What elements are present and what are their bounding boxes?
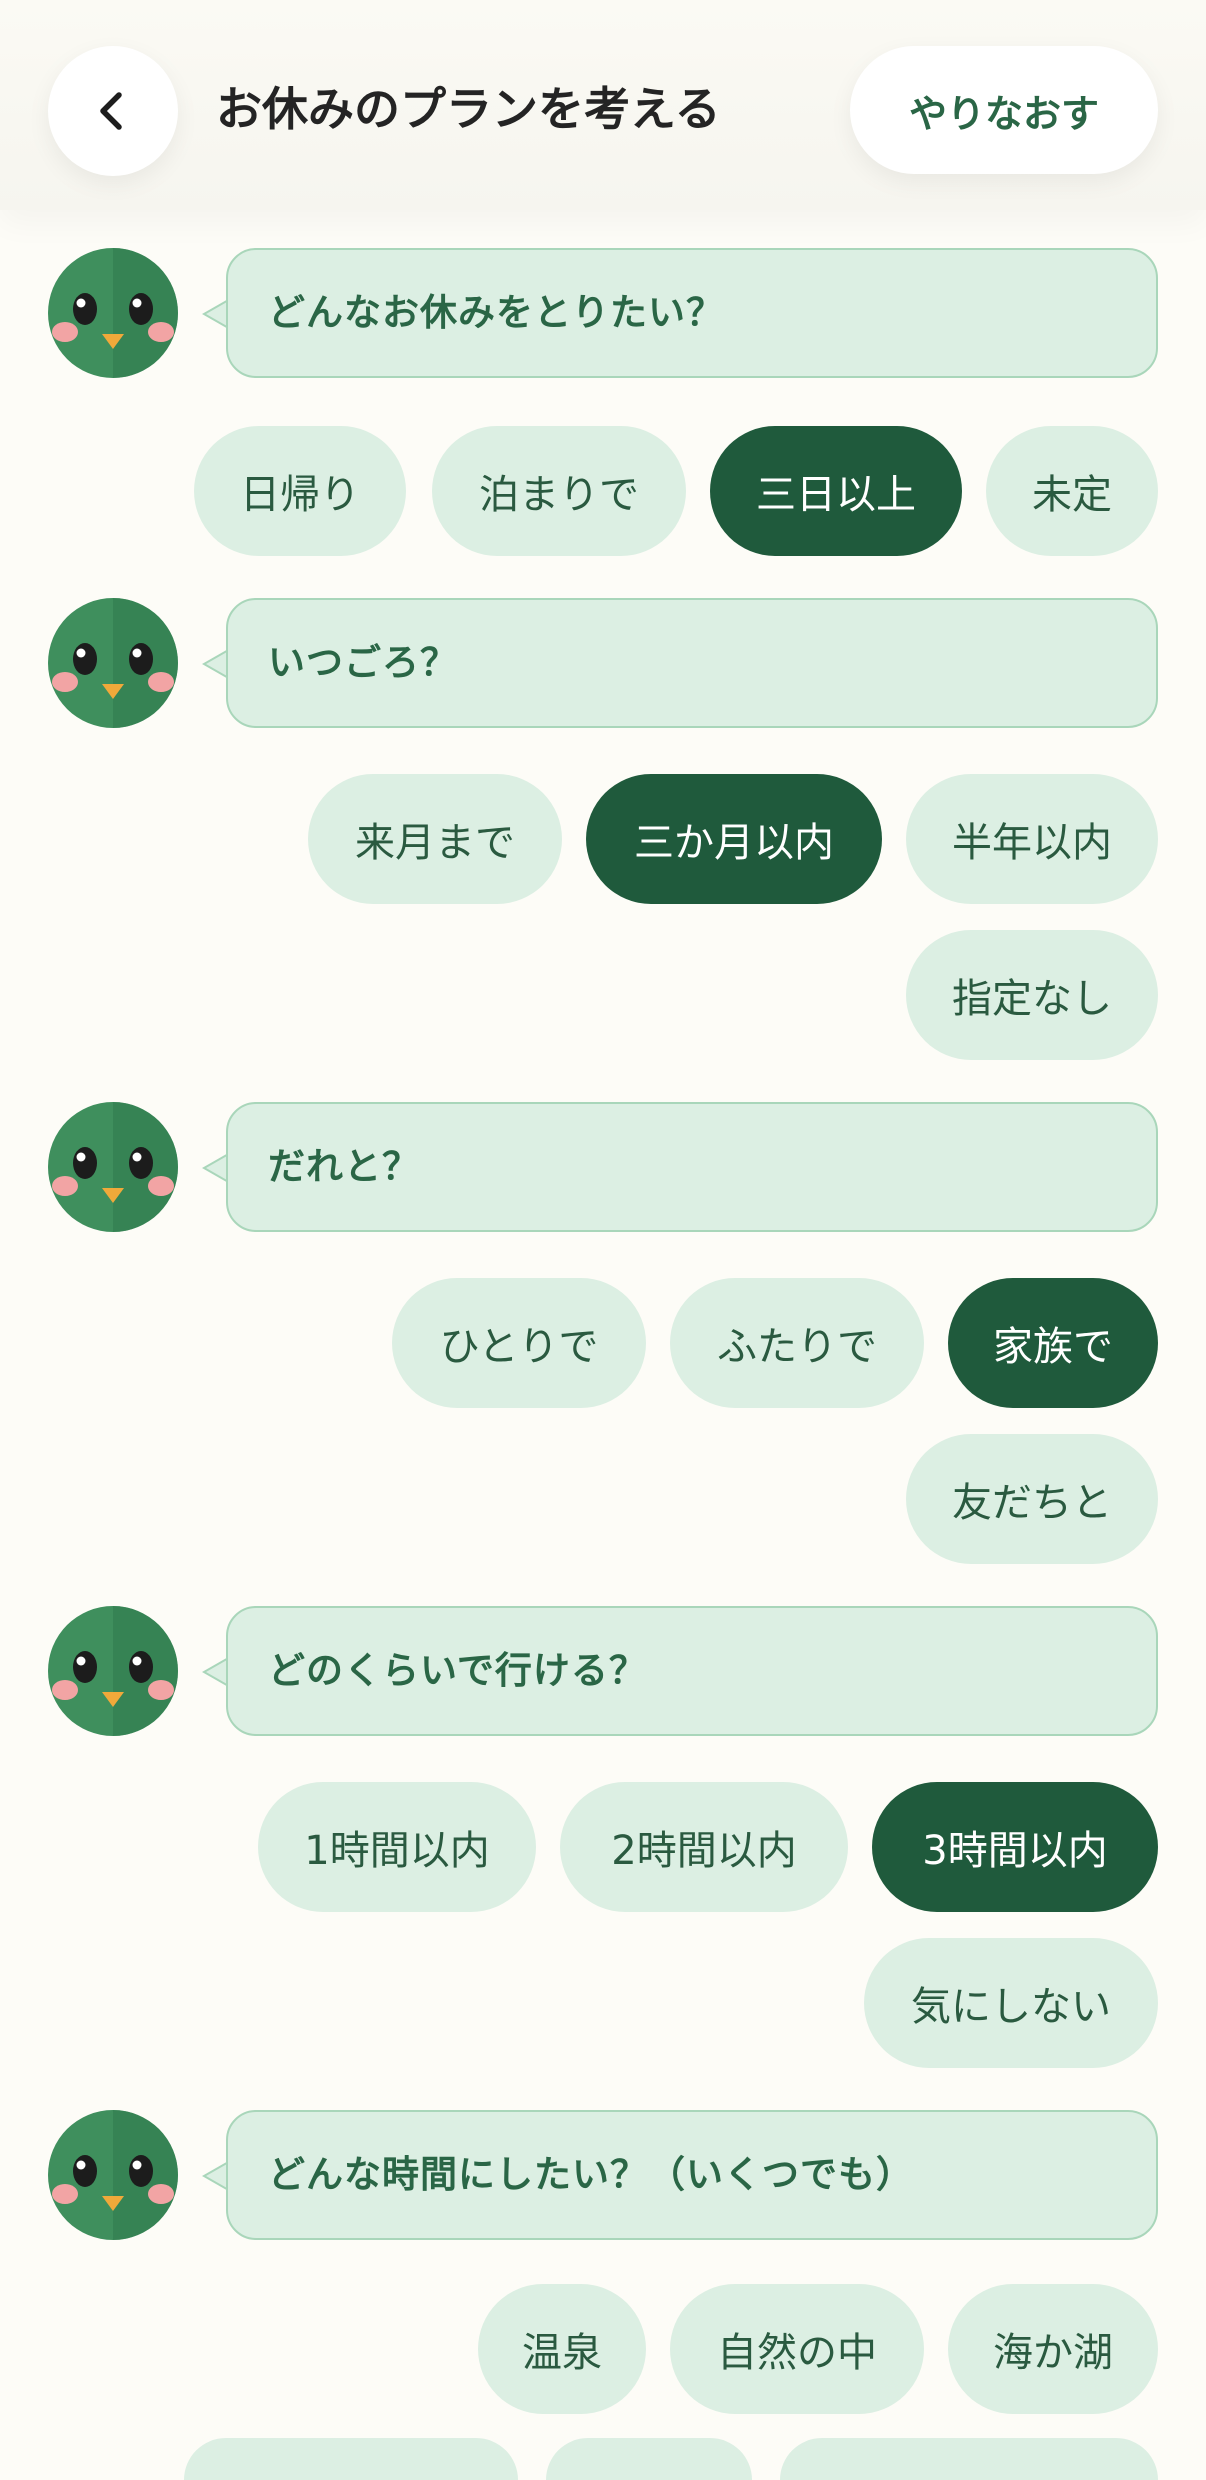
option-chip[interactable]: ひとりで — [392, 1278, 646, 1408]
option-chip[interactable]: 来月まで — [308, 774, 562, 904]
option-chip[interactable]: 泊まりで — [432, 426, 686, 556]
question-bubble: いつごろ？ — [226, 598, 1158, 728]
option-chip[interactable]: ふたりで — [670, 1278, 924, 1408]
question-bubble: だれと？ — [226, 1102, 1158, 1232]
question-text: どのくらいで行ける？ — [268, 1649, 647, 1692]
question-row: どんな時間にしたい？（いくつでも） — [48, 2110, 1158, 2240]
option-chip-partial[interactable] — [780, 2438, 1158, 2480]
option-chip[interactable]: 気にしない — [864, 1938, 1158, 2068]
back-button[interactable] — [48, 46, 178, 176]
question-bubble: どのくらいで行ける？ — [226, 1606, 1158, 1736]
question-text: だれと？ — [268, 1145, 420, 1188]
question-row: どのくらいで行ける？ — [48, 1606, 1158, 1736]
question-bubble: どんなお休みをとりたい？ — [226, 248, 1158, 378]
option-chip[interactable]: 2時間以内 — [560, 1782, 848, 1912]
question-text: どんな時間にしたい？（いくつでも） — [268, 2153, 914, 2196]
option-chip[interactable]: 自然の中 — [670, 2284, 924, 2414]
option-chip[interactable]: 友だちと — [906, 1434, 1158, 1564]
option-chip[interactable]: 未定 — [986, 426, 1158, 556]
bird-mascot-icon — [48, 1606, 178, 1736]
option-chip[interactable]: 日帰り — [194, 426, 406, 556]
option-chip-selected[interactable]: 家族で — [948, 1278, 1158, 1408]
question-row: どんなお休みをとりたい？ — [48, 248, 1158, 378]
option-chip[interactable]: 1時間以内 — [258, 1782, 536, 1912]
bird-mascot-icon — [48, 248, 178, 378]
option-chip-partial[interactable] — [184, 2438, 518, 2480]
option-chip-selected[interactable]: 三か月以内 — [586, 774, 882, 904]
option-chip-partial[interactable] — [546, 2438, 752, 2480]
question-bubble: どんな時間にしたい？（いくつでも） — [226, 2110, 1158, 2240]
question-row: だれと？ — [48, 1102, 1158, 1232]
option-chip[interactable]: 温泉 — [478, 2284, 646, 2414]
chevron-left-icon — [100, 92, 122, 130]
option-chip-selected[interactable]: 3時間以内 — [872, 1782, 1158, 1912]
option-chip[interactable]: 海か湖 — [948, 2284, 1158, 2414]
bird-mascot-icon — [48, 1102, 178, 1232]
question-text: どんなお休みをとりたい？ — [268, 291, 724, 334]
page-title: お休みのプランを考える — [216, 82, 721, 136]
bird-mascot-icon — [48, 598, 178, 728]
bird-mascot-icon — [48, 2110, 178, 2240]
header-bar: お休みのプランを考える やりなおす — [0, 0, 1206, 210]
option-chip[interactable]: 指定なし — [906, 930, 1158, 1060]
question-row: いつごろ？ — [48, 598, 1158, 728]
option-chip-selected[interactable]: 三日以上 — [710, 426, 962, 556]
option-chip[interactable]: 半年以内 — [906, 774, 1158, 904]
redo-button[interactable]: やりなおす — [850, 46, 1158, 174]
question-text: いつごろ？ — [268, 641, 458, 684]
